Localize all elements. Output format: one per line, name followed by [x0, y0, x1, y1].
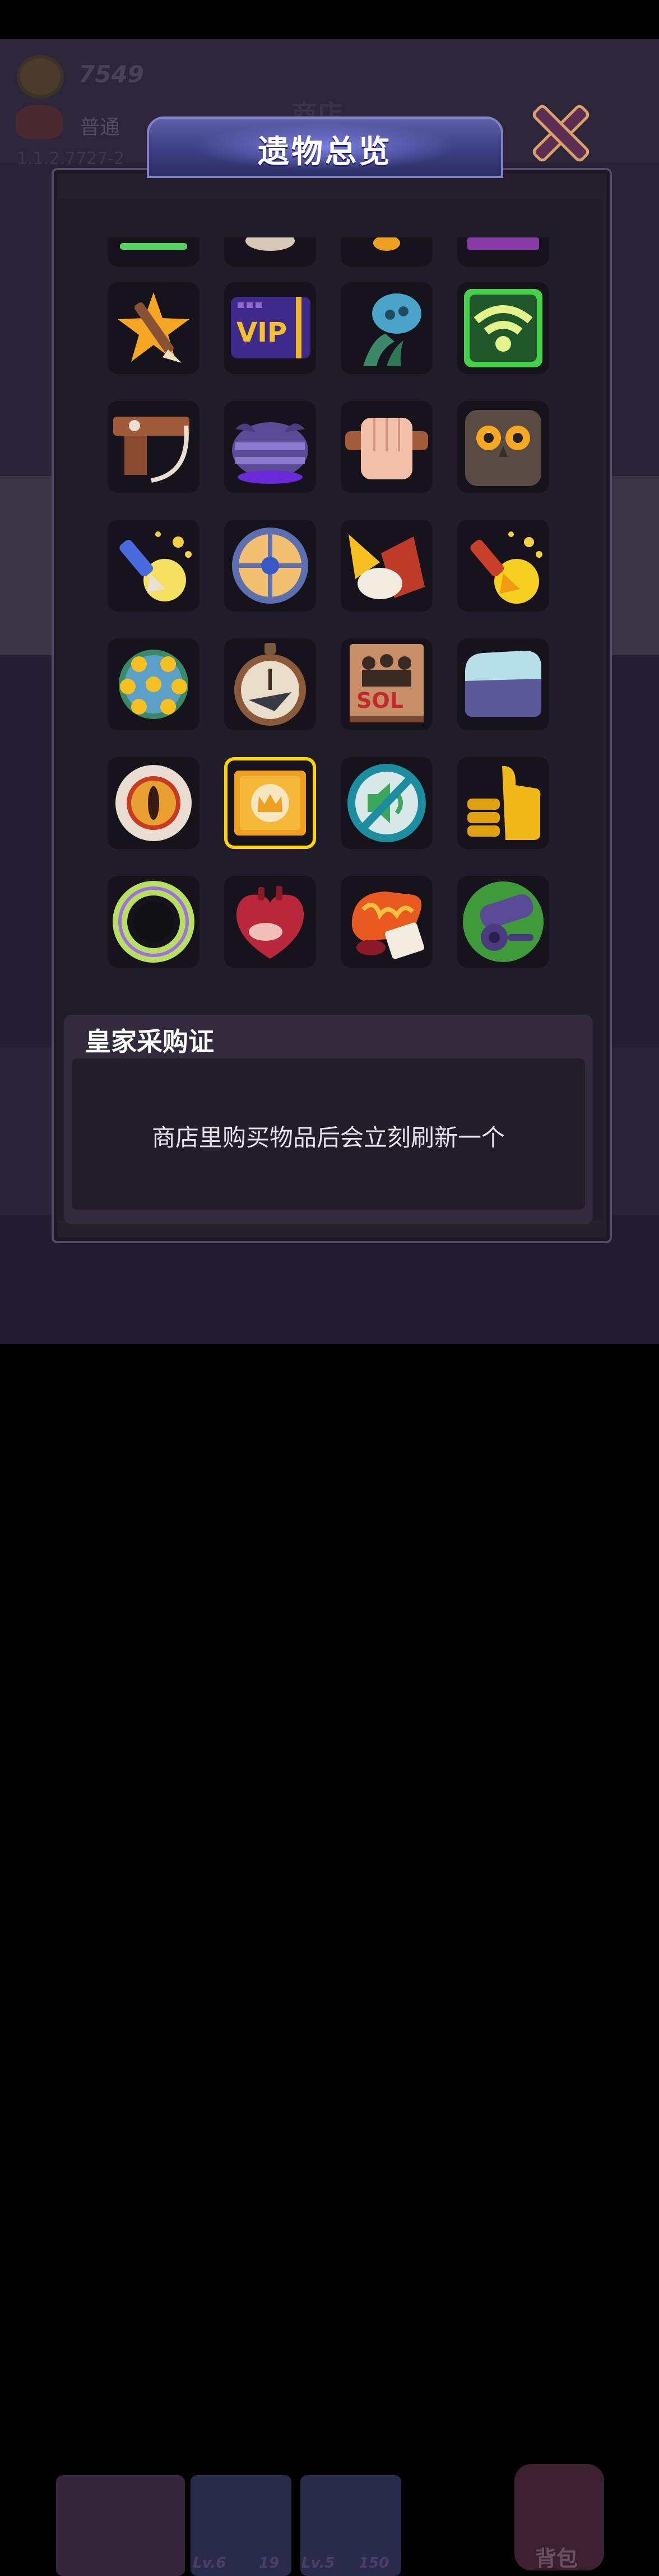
- royal-certificate-icon[interactable]: [224, 757, 316, 849]
- vip-card-label: VIP: [236, 317, 287, 348]
- eye-ring-icon[interactable]: [108, 757, 199, 849]
- bag-label: 背包: [535, 2546, 578, 2571]
- difficulty-skull-icon: [16, 105, 63, 139]
- skill-slot-1-count: 19: [259, 2555, 280, 2572]
- book-icon[interactable]: SOL: [341, 638, 433, 730]
- coin-count: 7549: [78, 60, 144, 88]
- backpack-preview: [56, 2475, 185, 2576]
- hook-weapon-icon[interactable]: [108, 401, 199, 493]
- relic-purple-icon[interactable]: [457, 237, 549, 267]
- relic-detail-description: 商店里购买物品后会立刻刷新一个: [151, 1124, 505, 1151]
- skill-slot-2-count: 150: [359, 2555, 389, 2572]
- glowing-arrow-icon[interactable]: [108, 520, 199, 612]
- mute-icon[interactable]: [341, 757, 433, 849]
- wifi-screen-icon[interactable]: [457, 282, 549, 374]
- book-label: SOL: [356, 688, 403, 713]
- rainbow-ring-icon[interactable]: [108, 876, 199, 968]
- vip-card-icon[interactable]: VIP: [224, 282, 316, 374]
- heart-icon[interactable]: [224, 876, 316, 968]
- coin-icon: [17, 55, 64, 99]
- relic-detail-title: 皇家采购证: [85, 1026, 214, 1057]
- stopwatch-icon[interactable]: [224, 638, 316, 730]
- fire-glove-icon[interactable]: [341, 876, 433, 968]
- relic-round-beige-icon[interactable]: [224, 237, 316, 267]
- thumbs-up-icon[interactable]: [457, 757, 549, 849]
- meat-axe-icon[interactable]: [341, 520, 433, 612]
- skill-slot-2-level: Lv.5: [301, 2555, 335, 2572]
- skill-slot-1-level: Lv.6: [193, 2555, 226, 2572]
- dialog-title: 遗物总览: [258, 134, 392, 170]
- cannon-icon[interactable]: [457, 876, 549, 968]
- golden-arrow-icon[interactable]: [457, 520, 549, 612]
- tentacle-skull-icon[interactable]: [341, 282, 433, 374]
- fist-icon[interactable]: [341, 401, 433, 493]
- bottom-bar: Lv.6 19 Lv.5 150 背包: [0, 1232, 659, 2576]
- spiky-ball-icon[interactable]: [108, 638, 199, 730]
- version-label: 1.1.2.7727-2: [17, 149, 125, 169]
- difficulty-mode: 普通: [80, 116, 120, 139]
- close-icon[interactable]: [525, 101, 592, 166]
- relic-grid[interactable]: VIP SOL: [84, 237, 575, 982]
- purple-helmet-icon[interactable]: [224, 401, 316, 493]
- relic-green-bar-icon[interactable]: [108, 237, 199, 267]
- ice-block-icon[interactable]: [457, 638, 549, 730]
- crossbow-star-icon[interactable]: [108, 282, 199, 374]
- relic-orange-icon[interactable]: [341, 237, 433, 267]
- round-shield-icon[interactable]: [224, 520, 316, 612]
- owl-box-icon[interactable]: [457, 401, 549, 493]
